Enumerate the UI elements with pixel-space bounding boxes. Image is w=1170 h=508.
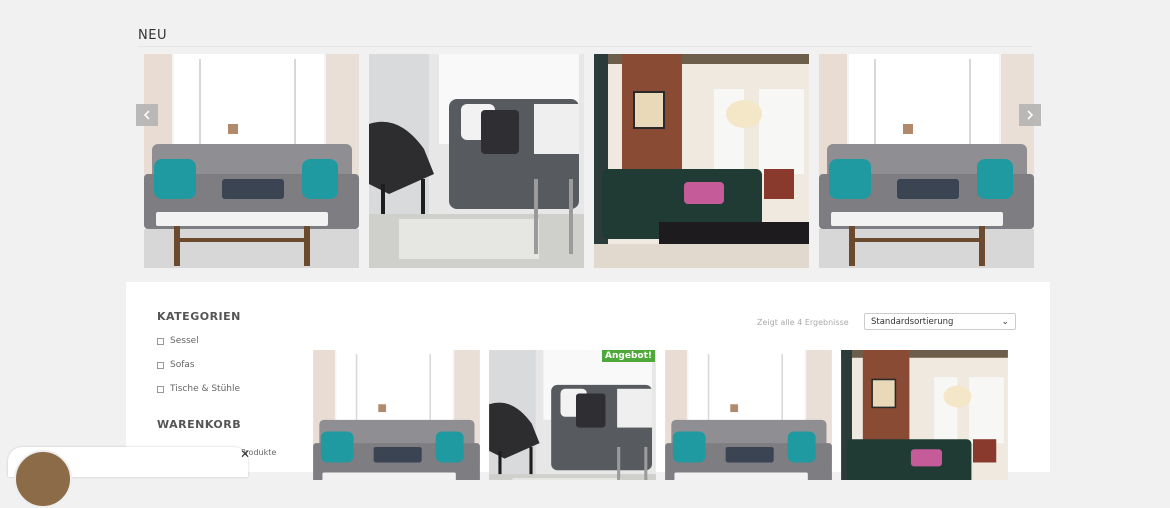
checkbox-icon [157, 361, 164, 369]
new-products-carousel [136, 54, 1042, 270]
cart-title: WARENKORB [157, 418, 242, 431]
carousel-slide[interactable] [594, 54, 809, 268]
close-icon[interactable]: ✕ [240, 447, 250, 461]
new-section-title: NEU [138, 28, 167, 43]
product-image [489, 350, 656, 480]
category-label: Sessel [170, 336, 199, 346]
product-image [841, 350, 1008, 480]
chevron-down-icon: ⌄ [1001, 316, 1009, 327]
carousel-prev-button[interactable] [136, 104, 158, 126]
chevron-right-icon [1027, 110, 1034, 120]
slide-image [369, 54, 584, 268]
product-image [665, 350, 832, 480]
carousel-slide[interactable] [144, 54, 359, 268]
product-card[interactable] [313, 350, 480, 480]
category-label: Tische & Stühle [170, 384, 241, 394]
product-card[interactable]: Angebot! [489, 350, 656, 480]
sale-badge: Angebot! [602, 350, 655, 362]
checkbox-icon [157, 337, 164, 345]
results-count: Zeigt alle 4 Ergebnisse [757, 318, 849, 327]
chevron-left-icon [143, 110, 150, 120]
categories-title: KATEGORIEN [157, 310, 241, 323]
shop-panel: KATEGORIEN Sessel Sofas Tische & Stühle … [126, 282, 1050, 480]
product-card[interactable] [665, 350, 832, 480]
orderby-value: Standardsortierung [871, 316, 954, 327]
checkbox-icon [157, 385, 164, 393]
slide-image [819, 54, 1034, 268]
sidebar: KATEGORIEN Sessel Sofas Tische & Stühle … [157, 310, 317, 431]
category-label: Sofas [170, 360, 195, 370]
category-item-sessel[interactable]: Sessel [157, 336, 317, 346]
carousel-slide[interactable] [819, 54, 1034, 268]
cart-popup: ✕ [8, 447, 250, 508]
category-item-sofas[interactable]: Sofas [157, 360, 317, 370]
slide-image [144, 54, 359, 268]
carousel-next-button[interactable] [1019, 104, 1041, 126]
section-divider [138, 46, 1032, 47]
product-card[interactable] [841, 350, 1008, 480]
category-item-tische-stuehle[interactable]: Tische & Stühle [157, 384, 317, 394]
product-image [313, 350, 480, 480]
orderby-select[interactable]: Standardsortierung ⌄ [864, 313, 1016, 330]
category-list: Sessel Sofas Tische & Stühle [157, 336, 317, 394]
slide-image [594, 54, 809, 268]
carousel-slide[interactable] [369, 54, 584, 268]
popup-thumbnail [14, 450, 72, 508]
